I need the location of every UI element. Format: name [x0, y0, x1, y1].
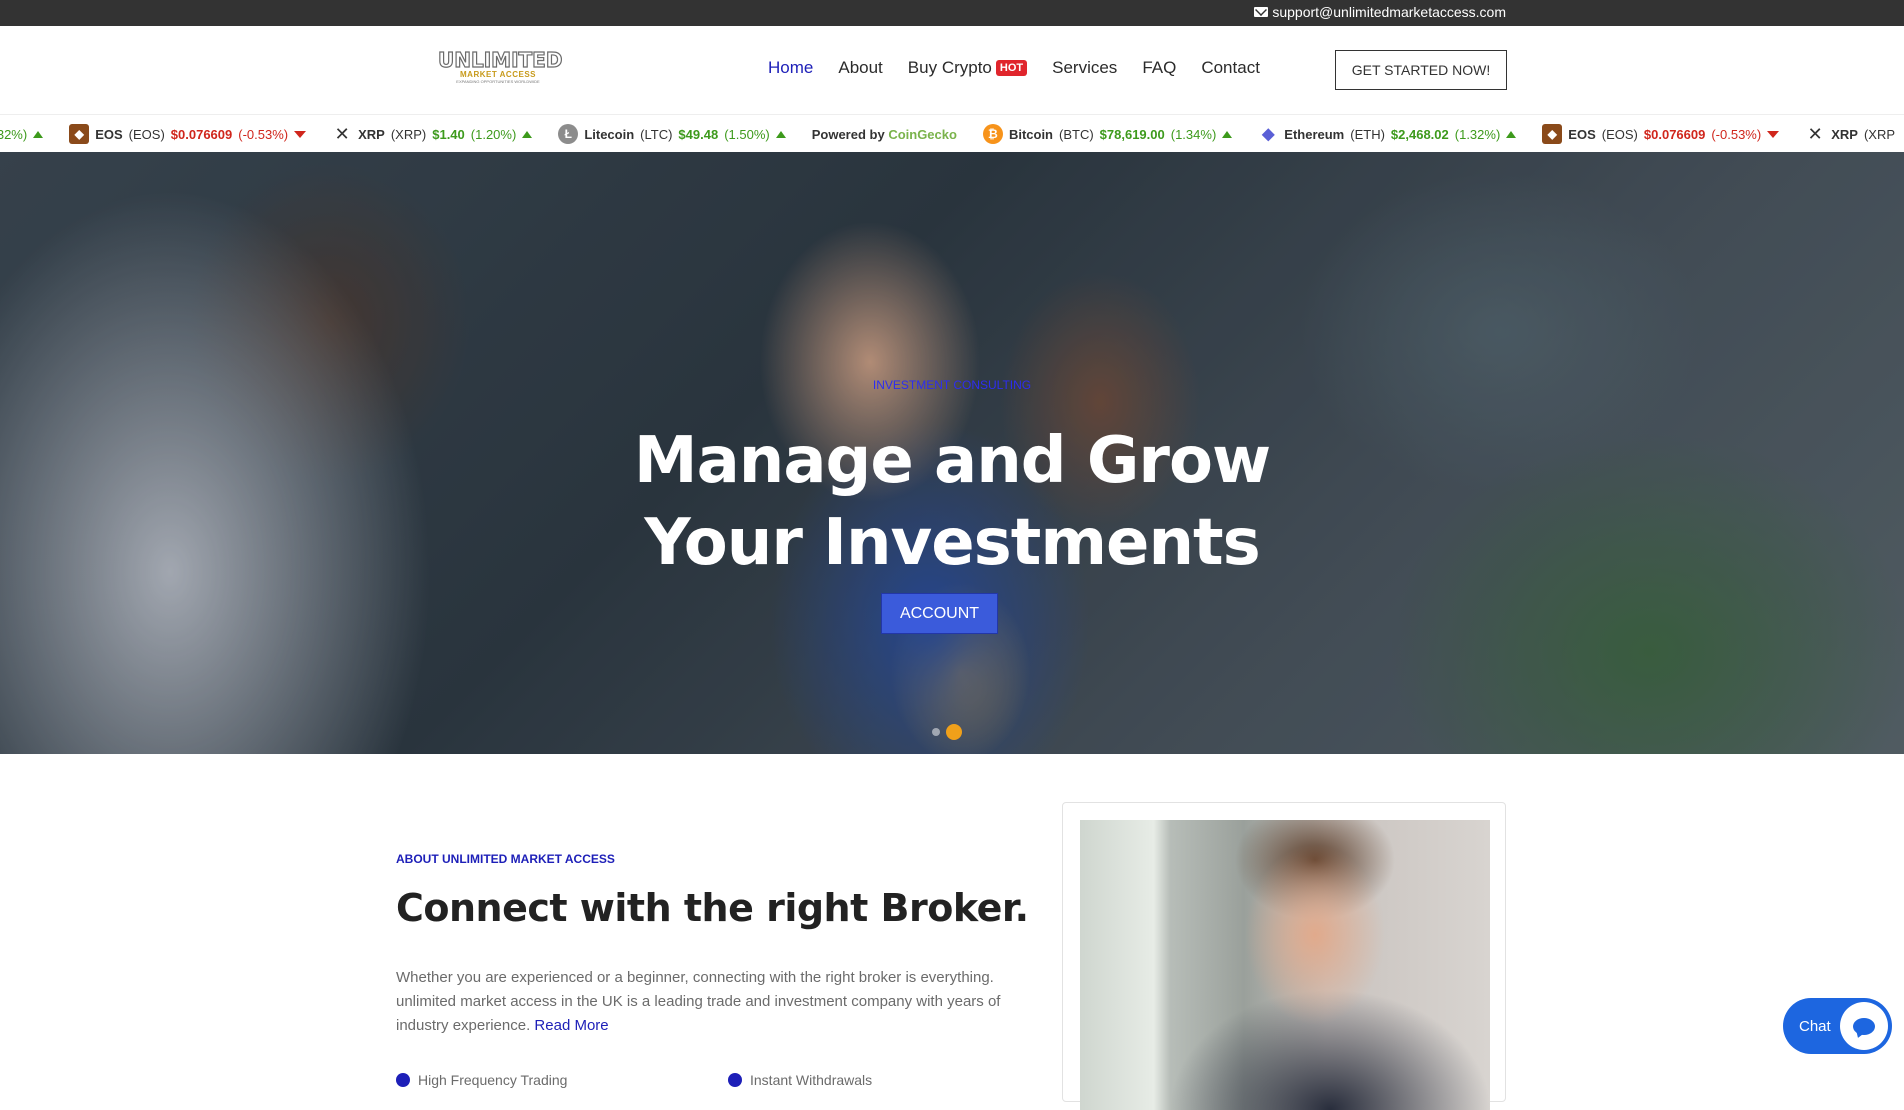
- ticker-name: XRP: [1831, 126, 1858, 142]
- coingecko-link[interactable]: CoinGecko: [888, 127, 957, 142]
- ticker-item-ethereum[interactable]: ◆ Ethereum (ETH) $2,468.02 (1.32%): [1258, 124, 1517, 144]
- ticker-name: Litecoin: [584, 126, 635, 142]
- ticker-item-xrp[interactable]: ✕ XRP (XRP: [1805, 124, 1895, 144]
- main-nav: Home About Buy Crypto HOT Services FAQ C…: [768, 58, 1260, 78]
- ticker-symbol: (BTC): [1059, 126, 1094, 142]
- ticker-symbol: (XRP: [1863, 126, 1895, 142]
- ticker-pct: (1.32%): [1454, 126, 1501, 142]
- account-button[interactable]: ACCOUNT: [881, 593, 998, 634]
- arrow-down-icon: [294, 130, 307, 138]
- ticker-price: $49.48: [678, 126, 719, 142]
- ticker-symbol: (ETH): [1350, 126, 1385, 142]
- bullet-icon: [728, 1073, 742, 1087]
- mail-icon: [1254, 7, 1269, 17]
- nav-about[interactable]: About: [838, 58, 882, 78]
- site-header: UNLIMITED MARKET ACCESS EXPANDING OPPORT…: [0, 26, 1904, 112]
- hero-title: Manage and Grow Your Investments: [0, 420, 1904, 584]
- ticker-item-eos[interactable]: ◆ EOS (EOS) $0.076609 (-0.53%): [1542, 124, 1780, 144]
- ticker-item-litecoin[interactable]: Ł Litecoin (LTC) $49.48 (1.50%): [558, 124, 786, 144]
- feature-item: High Frequency Trading: [396, 1072, 567, 1088]
- hero-slider: INVESTMENT CONSULTING Manage and Grow Yo…: [0, 152, 1904, 754]
- ticker-name: EOS: [95, 126, 123, 142]
- chat-label: Chat: [1799, 1017, 1831, 1035]
- about-section: ABOUT UNLIMITED MARKET ACCESS Connect wi…: [0, 754, 1904, 1110]
- crypto-ticker: 1.32%) ◆ EOS (EOS) $0.076609 (-0.53%) ✕ …: [0, 114, 1904, 152]
- ticker-pct: (1.50%): [724, 126, 770, 142]
- ticker-name: XRP: [358, 126, 385, 142]
- eos-icon: ◆: [69, 124, 90, 144]
- ticker-pct: 1.32%): [0, 126, 28, 142]
- about-overline: ABOUT UNLIMITED MARKET ACCESS: [396, 852, 615, 866]
- ticker-price: $2,468.02: [1390, 126, 1449, 142]
- ticker-symbol: (EOS): [128, 126, 165, 142]
- about-title: Connect with the right Broker.: [396, 886, 1029, 930]
- ticker-price: $1.40: [432, 126, 465, 142]
- broker-photo: [1080, 820, 1490, 1110]
- logo-line-3: EXPANDING OPPORTUNITIES WORLDWIDE: [456, 79, 540, 84]
- arrow-up-icon: [522, 130, 533, 138]
- ticker-price: $0.076609: [1643, 126, 1706, 142]
- bitcoin-icon: ₿: [982, 124, 1003, 144]
- ticker-pct: (1.34%): [1170, 126, 1217, 142]
- about-body-text: Whether you are experienced or a beginne…: [396, 969, 1001, 1034]
- support-email-text[interactable]: support@unlimitedmarketaccess.com: [1272, 4, 1506, 20]
- ticker-pct: (-0.53%): [1711, 126, 1762, 142]
- ticker-price: $0.076609: [170, 126, 233, 142]
- hero-overline: INVESTMENT CONSULTING: [872, 378, 1032, 392]
- nav-home[interactable]: Home: [768, 58, 813, 78]
- nav-services[interactable]: Services: [1052, 58, 1117, 78]
- slider-dot-active[interactable]: [946, 724, 962, 740]
- ticker-track: 1.32%) ◆ EOS (EOS) $0.076609 (-0.53%) ✕ …: [0, 115, 1904, 152]
- feature-item: Instant Withdrawals: [728, 1072, 872, 1088]
- logo-line-1: UNLIMITED: [437, 48, 563, 72]
- ticker-symbol: (EOS): [1601, 126, 1638, 142]
- arrow-up-icon: [1222, 130, 1233, 138]
- support-email[interactable]: support@unlimitedmarketaccess.com: [1254, 4, 1506, 20]
- ticker-name: EOS: [1568, 126, 1596, 142]
- ticker-item-xrp[interactable]: ✕ XRP (XRP) $1.40 (1.20%): [332, 123, 533, 144]
- ticker-item-bitcoin[interactable]: ₿ Bitcoin (BTC) $78,619.00 (1.34%): [982, 124, 1233, 144]
- chat-bubble-icon: [1840, 1002, 1888, 1050]
- slider-dot[interactable]: [932, 728, 940, 736]
- litecoin-icon: Ł: [558, 124, 579, 144]
- hero-title-line-2: Your Investments: [644, 506, 1260, 580]
- site-logo[interactable]: UNLIMITED MARKET ACCESS EXPANDING OPPORT…: [437, 48, 563, 86]
- ticker-symbol: (XRP): [390, 126, 427, 142]
- nav-faq[interactable]: FAQ: [1142, 58, 1176, 78]
- arrow-up-icon: [1506, 130, 1517, 138]
- nav-buy-crypto[interactable]: Buy Crypto HOT: [907, 58, 1028, 78]
- ticker-price: $78,619.00: [1099, 126, 1165, 142]
- bullet-icon: [396, 1073, 410, 1087]
- read-more-link[interactable]: Read More: [534, 1017, 608, 1034]
- about-body: Whether you are experienced or a beginne…: [396, 966, 1036, 1038]
- ticker-pct: (1.20%): [470, 126, 517, 142]
- feature-label: High Frequency Trading: [418, 1072, 568, 1088]
- arrow-up-icon: [33, 130, 44, 138]
- xrp-icon: ✕: [334, 123, 350, 144]
- chat-button[interactable]: Chat: [1783, 998, 1892, 1054]
- xrp-icon: ✕: [1807, 123, 1823, 144]
- slider-dots: [932, 724, 962, 740]
- broker-photo-card: [1062, 802, 1506, 1110]
- ticker-pct: (-0.53%): [238, 126, 289, 142]
- ticker-name: Bitcoin: [1008, 126, 1053, 142]
- arrow-up-icon: [775, 130, 786, 138]
- top-bar: support@unlimitedmarketaccess.com: [0, 0, 1904, 26]
- get-started-button[interactable]: GET STARTED NOW!: [1335, 50, 1507, 90]
- ticker-item-partial[interactable]: 1.32%): [0, 126, 44, 142]
- ticker-name: Ethereum: [1284, 126, 1345, 142]
- powered-by-label: Powered by: [811, 126, 885, 142]
- hero-title-line-1: Manage and Grow: [633, 424, 1271, 498]
- eos-icon: ◆: [1542, 124, 1563, 144]
- arrow-down-icon: [1767, 130, 1780, 138]
- nav-contact[interactable]: Contact: [1201, 58, 1260, 78]
- powered-by[interactable]: Powered by CoinGecko: [812, 127, 957, 142]
- nav-buy-crypto-label: Buy Crypto: [907, 58, 992, 77]
- ticker-symbol: (LTC): [640, 126, 673, 142]
- ticker-item-eos[interactable]: ◆ EOS (EOS) $0.076609 (-0.53%): [69, 124, 307, 144]
- feature-label: Instant Withdrawals: [750, 1072, 873, 1088]
- hot-badge: HOT: [995, 60, 1028, 76]
- ethereum-icon: ◆: [1262, 126, 1275, 143]
